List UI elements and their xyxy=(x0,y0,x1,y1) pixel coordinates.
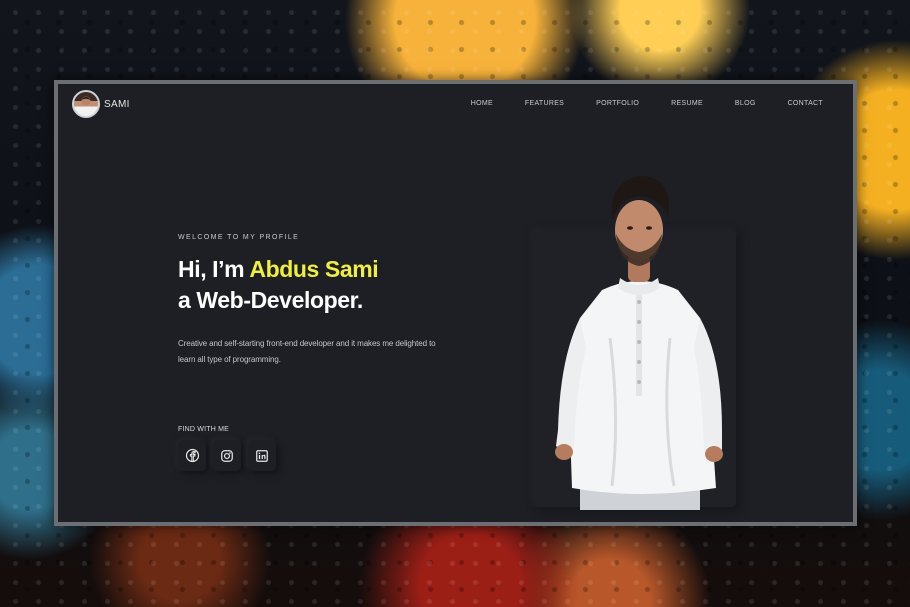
find-with-me-label: FIND WITH ME xyxy=(178,426,230,433)
brand-name: SAMI xyxy=(104,98,130,110)
facebook-icon xyxy=(185,448,199,463)
instagram-button[interactable] xyxy=(213,440,241,471)
hero-role: a Web-Developer. xyxy=(178,287,363,313)
main-nav: HOME FEATURES PORTFOLIO RESUME BLOG CONT… xyxy=(471,100,823,107)
welcome-text: WELCOME TO MY PROFILE xyxy=(178,234,300,241)
social-links xyxy=(178,440,276,471)
linkedin-icon xyxy=(256,449,268,462)
website-window: SAMI HOME FEATURES PORTFOLIO RESUME BLOG… xyxy=(54,80,857,526)
nav-blog[interactable]: BLOG xyxy=(735,100,756,107)
hero-description: Creative and self-starting front-end dev… xyxy=(178,339,436,364)
nav-features[interactable]: FEATURES xyxy=(525,100,564,107)
nav-contact[interactable]: CONTACT xyxy=(788,100,823,107)
linkedin-button[interactable] xyxy=(248,440,276,471)
greeting-text: Hi, I’m xyxy=(178,256,250,282)
hero-headline: Hi, I’m Abdus Sami a Web-Developer. xyxy=(178,254,379,316)
profile-photo xyxy=(555,176,723,510)
hero-name: Abdus Sami xyxy=(249,256,379,282)
instagram-icon xyxy=(221,449,233,462)
nav-resume[interactable]: RESUME xyxy=(671,100,703,107)
avatar xyxy=(72,90,100,118)
facebook-button[interactable] xyxy=(178,440,206,471)
logo[interactable]: SAMI xyxy=(72,90,130,118)
nav-portfolio[interactable]: PORTFOLIO xyxy=(596,100,639,107)
nav-home[interactable]: HOME xyxy=(471,100,493,107)
